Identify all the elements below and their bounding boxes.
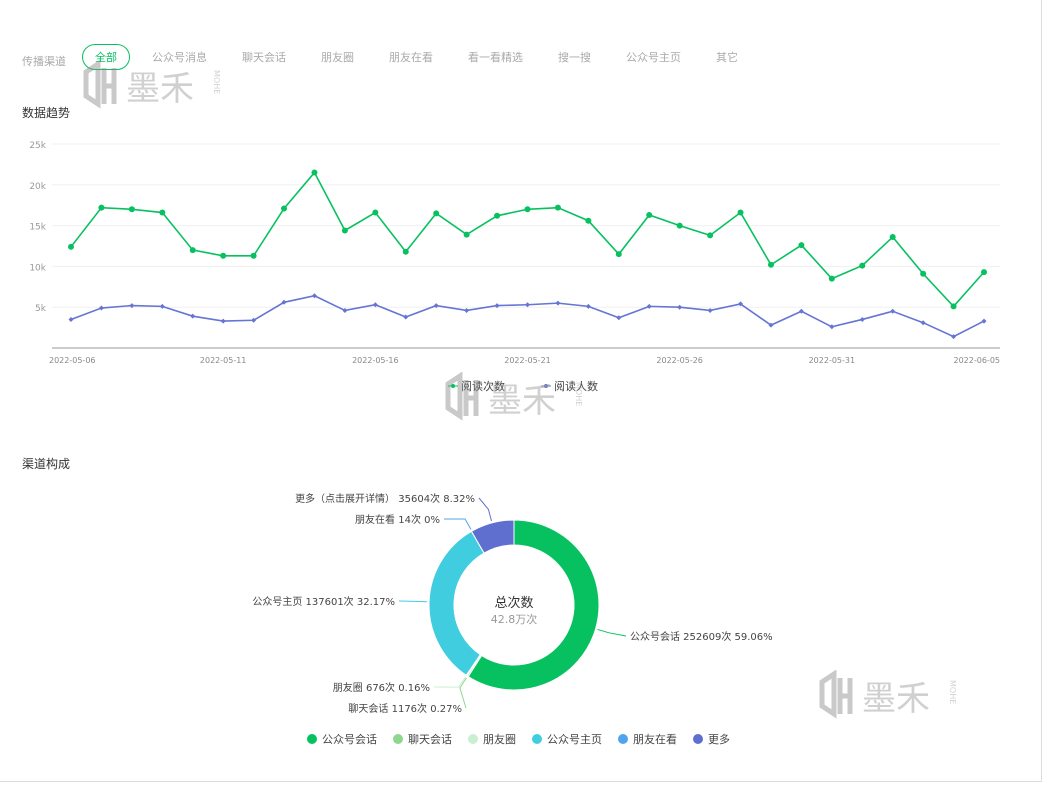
label-line xyxy=(433,676,466,688)
slice-label: 更多（点击展开详情） 35604次 8.32% xyxy=(295,492,475,505)
legend-label: 更多 xyxy=(708,733,730,746)
legend-dot xyxy=(693,734,703,744)
legend-dot xyxy=(468,734,478,744)
slice-label: 朋友在看 14次 0% xyxy=(355,513,440,526)
legend-dot xyxy=(618,734,628,744)
label-line xyxy=(597,628,627,637)
svg-text:墨禾: 墨禾 xyxy=(126,69,194,109)
svg-text:墨禾: 墨禾 xyxy=(862,679,930,719)
svg-text:MOHE: MOHE xyxy=(212,70,221,94)
slice-label: 公众号主页 137601次 32.17% xyxy=(252,595,395,608)
legend-item[interactable]: 朋友在看 xyxy=(618,731,677,747)
legend-label: 公众号会话 xyxy=(322,733,377,746)
donut-slice xyxy=(428,530,485,677)
legend-label: 公众号主页 xyxy=(547,733,602,746)
legend-label: 朋友圈 xyxy=(483,733,516,746)
watermark-logo: 墨禾 MOHE xyxy=(819,670,957,719)
watermark-logo: 墨禾 MOHE xyxy=(445,372,583,421)
slice-label: 公众号会话 252609次 59.06% xyxy=(630,630,773,643)
legend-item[interactable]: 朋友圈 xyxy=(468,731,516,747)
slice-label: 朋友圈 676次 0.16% xyxy=(333,681,430,694)
legend-item[interactable]: 公众号会话 xyxy=(307,731,377,747)
legend-label: 聊天会话 xyxy=(408,733,452,746)
label-line xyxy=(478,497,492,522)
legend-item[interactable]: 公众号主页 xyxy=(532,731,602,747)
slice-label: 聊天会话 1176次 0.27% xyxy=(348,702,462,715)
donut-legend: 公众号会话 聊天会话 朋友圈 公众号主页 朋友在看 更多 xyxy=(307,731,746,747)
donut-center-value: 42.8万次 xyxy=(491,612,538,626)
svg-text:MOHE: MOHE xyxy=(574,382,583,406)
legend-item[interactable]: 聊天会话 xyxy=(393,731,452,747)
svg-text:MOHE: MOHE xyxy=(948,680,957,704)
watermark-logo: 墨禾 MOHE xyxy=(83,60,221,109)
label-line xyxy=(443,518,472,530)
svg-text:墨禾: 墨禾 xyxy=(488,381,556,421)
legend-item[interactable]: 更多 xyxy=(693,731,730,747)
legend-label: 朋友在看 xyxy=(633,733,677,746)
legend-dot xyxy=(307,734,317,744)
label-line xyxy=(398,600,428,603)
donut-center-title: 总次数 xyxy=(494,595,533,611)
legend-dot xyxy=(532,734,542,744)
legend-dot xyxy=(393,734,403,744)
